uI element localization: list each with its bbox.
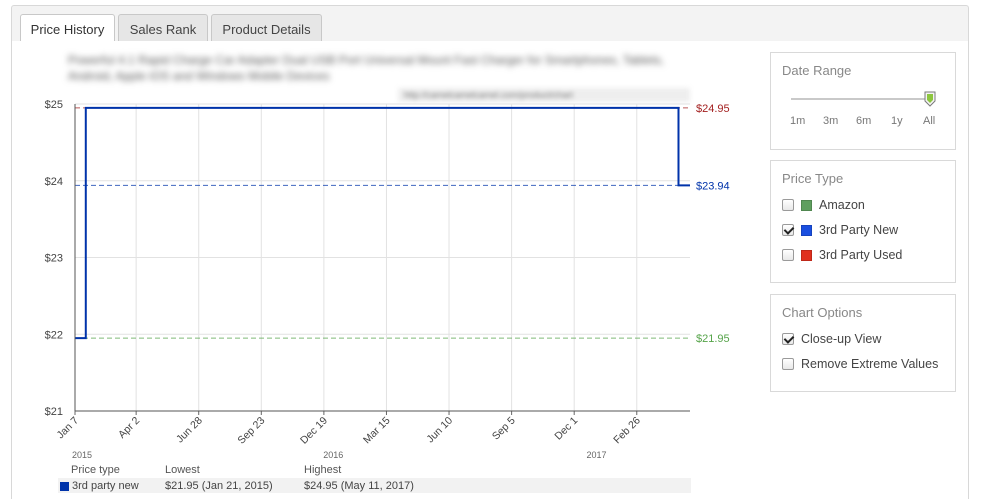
3rd-party-new-swatch <box>801 224 812 236</box>
legend-header-highest: Highest <box>304 464 342 476</box>
3rd-party-new-label: 3rd Party New <box>819 223 899 237</box>
x-tick-label: Sep 23 <box>235 415 267 447</box>
chart-options-panel: Chart Options Close-up View Remove Extre… <box>770 294 956 392</box>
x-tick-label: Feb 26 <box>611 415 643 447</box>
option-remove-extreme-values[interactable]: Remove Extreme Values <box>782 356 938 372</box>
x-tick-label: Dec 19 <box>298 415 330 447</box>
date-range-title: Date Range <box>782 63 852 78</box>
reference-label: $24.95 <box>696 103 730 115</box>
price-type-title: Price Type <box>782 171 844 186</box>
legend-series-name: 3rd party new <box>72 480 139 492</box>
range-option-1m[interactable]: 1m <box>790 115 805 127</box>
close-up-view-checkbox[interactable] <box>782 333 794 345</box>
3rd-party-new-checkbox[interactable] <box>782 224 794 236</box>
x-tick-label: Jun 10 <box>424 415 455 446</box>
remove-extreme-values-label: Remove Extreme Values <box>801 357 939 371</box>
3rd-party-used-checkbox[interactable] <box>782 249 794 261</box>
y-tick-label: $24 <box>45 176 63 188</box>
reference-label: $21.95 <box>696 333 730 345</box>
legend-highest: $24.95 (May 11, 2017) <box>304 480 414 492</box>
price-type-amazon[interactable]: Amazon <box>782 197 865 213</box>
year-label: 2016 <box>323 450 343 460</box>
range-option-6m[interactable]: 6m <box>856 115 871 127</box>
legend-lowest: $21.95 (Jan 21, 2015) <box>165 480 273 492</box>
price-type-panel: Price Type Amazon 3rd Party New 3rd Part… <box>770 160 956 283</box>
date-range-slider-track[interactable] <box>791 98 931 100</box>
remove-extreme-values-checkbox[interactable] <box>782 358 794 370</box>
y-tick-label: $23 <box>45 253 63 265</box>
legend-header-type: Price type <box>71 464 120 476</box>
amazon-label: Amazon <box>819 198 865 212</box>
range-option-3m[interactable]: 3m <box>823 115 838 127</box>
legend-header-lowest: Lowest <box>165 464 200 476</box>
amazon-checkbox[interactable] <box>782 199 794 211</box>
y-tick-label: $25 <box>45 99 63 111</box>
x-tick-label: Jun 28 <box>174 415 205 446</box>
range-option-all[interactable]: All <box>923 115 935 127</box>
chart-grid <box>74 103 690 412</box>
slider-handle-icon[interactable] <box>924 91 936 107</box>
x-tick-label: Dec 1 <box>552 415 580 443</box>
year-label: 2015 <box>72 450 92 460</box>
price-type-3rd-party-used[interactable]: 3rd Party Used <box>782 247 902 263</box>
range-option-1y[interactable]: 1y <box>891 115 903 127</box>
x-tick-label: Jan 7 <box>54 415 81 442</box>
legend-swatch <box>60 482 69 491</box>
price-type-3rd-party-new[interactable]: 3rd Party New <box>782 222 898 238</box>
chart-options-title: Chart Options <box>782 305 863 320</box>
amazon-swatch <box>801 199 812 211</box>
x-tick-label: Apr 2 <box>116 415 142 441</box>
3rd-party-used-swatch <box>801 249 812 261</box>
year-label: 2017 <box>586 450 606 460</box>
y-tick-label: $21 <box>45 406 63 418</box>
reference-label: $23.94 <box>696 180 730 192</box>
close-up-view-label: Close-up View <box>801 332 882 346</box>
option-close-up-view[interactable]: Close-up View <box>782 331 881 347</box>
x-tick-label: Mar 15 <box>361 415 393 447</box>
y-tick-label: $22 <box>45 329 63 341</box>
3rd-party-used-label: 3rd Party Used <box>819 248 903 262</box>
date-range-panel: Date Range 1m 3m 6m 1y All <box>770 52 956 150</box>
x-tick-label: Sep 5 <box>490 415 518 443</box>
